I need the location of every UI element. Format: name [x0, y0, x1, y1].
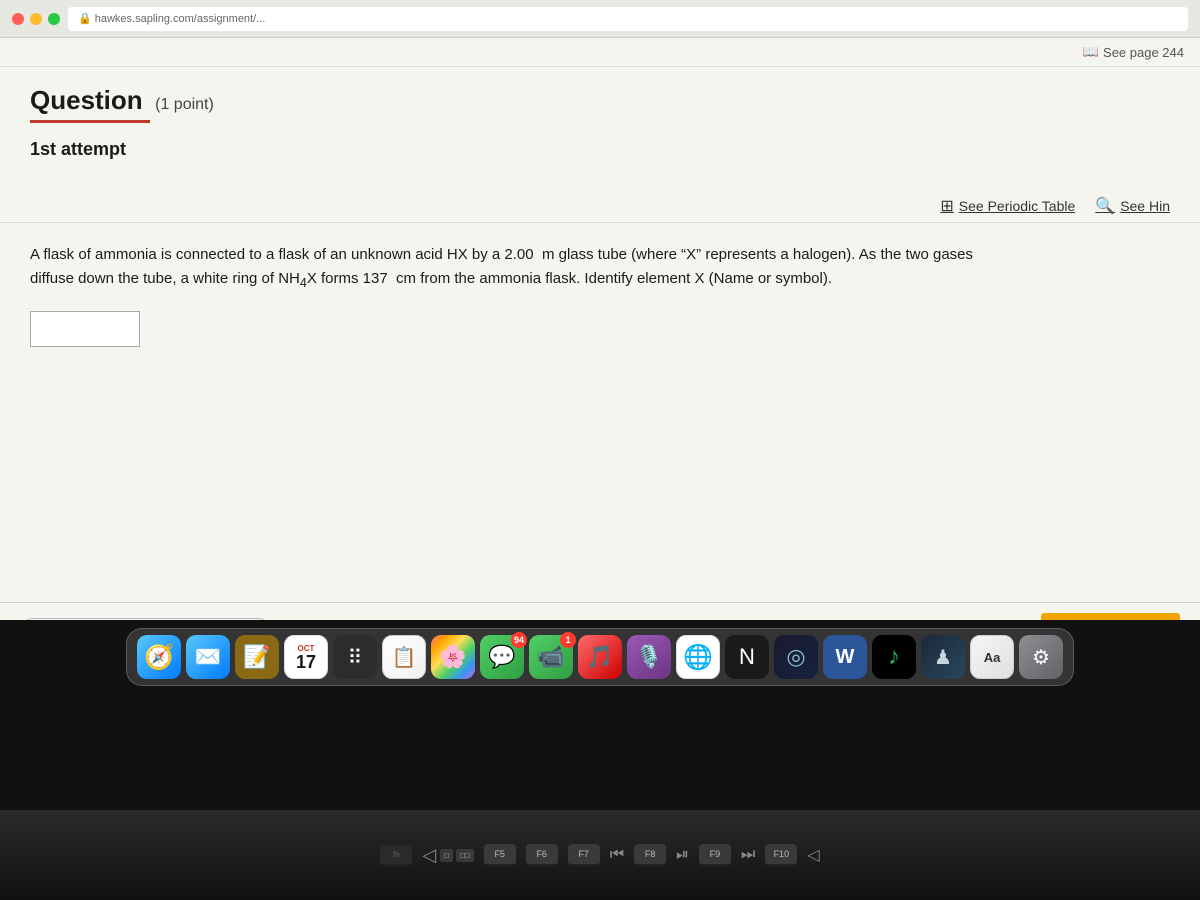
question-header: Question (1 point) 1st attempt [0, 67, 1200, 190]
hint-icon: 🔍 [1095, 196, 1115, 216]
notes-icon: 📝 [243, 644, 270, 670]
attempt-label: 1st attempt [30, 139, 1170, 160]
question-points: (1 point) [155, 96, 214, 113]
reminders-icon: 📋 [392, 645, 417, 670]
nord-icon: N [739, 644, 755, 670]
question-title: Question [30, 85, 143, 115]
prefs-icon: ⚙ [1032, 645, 1050, 670]
spotify-icon: ♪ [888, 643, 900, 671]
podcasts-icon: 🎙️ [635, 644, 662, 670]
dock-prefs[interactable]: ⚙ [1019, 635, 1063, 679]
book-icon: 📖 [1083, 44, 1099, 60]
dock-notes[interactable]: 📝 [235, 635, 279, 679]
url-bar[interactable]: 🔒 hawkes.sapling.com/assignment/... [68, 7, 1188, 31]
media-back-icon: ⏮ [610, 846, 624, 864]
key-f8[interactable]: F8 [634, 844, 666, 866]
see-page-label: See page 244 [1103, 45, 1184, 60]
facetime-badge: 1 [560, 632, 576, 648]
top-bar: 📖 See page 244 [0, 38, 1200, 67]
calendar-day: 17 [296, 653, 316, 671]
key-ctrl-icons: ◁ □□□ [422, 845, 473, 866]
bezel-area: 🧭 ✉️ 📝 OCT 17 ⠿ 📋 🌸 💬 94 📹 1 [0, 620, 1200, 900]
see-page-link[interactable]: 📖 See page 244 [1083, 44, 1184, 60]
dock-dictionary[interactable]: Aa [970, 635, 1014, 679]
question-title-row: Question (1 point) [30, 85, 1170, 116]
window-controls [12, 13, 60, 25]
keyboard-area: fn ◁ □□□ F5 F6 F7 ⏮ F8 ⏯ F9 ⏭ F10 ◁ [0, 810, 1200, 900]
key-f7[interactable]: F7 [568, 844, 600, 866]
dock-word[interactable]: W [823, 635, 867, 679]
dock-safari[interactable]: 🧭 [137, 635, 181, 679]
question-text: A flask of ammonia is connected to a fla… [30, 243, 1010, 293]
messages-badge: 94 [511, 632, 527, 648]
red-underline [30, 120, 150, 123]
dock-facetime[interactable]: 📹 1 [529, 635, 573, 679]
north-icon: ◎ [786, 644, 805, 670]
tools-row: ⊞ See Periodic Table 🔍 See Hin [0, 190, 1200, 222]
dock-launchpad[interactable]: ⠿ [333, 635, 377, 679]
answer-input[interactable] [30, 311, 140, 347]
main-content-area: 📖 See page 244 Question (1 point) 1st at… [0, 38, 1200, 658]
dock-podcasts[interactable]: 🎙️ [627, 635, 671, 679]
periodic-table-icon: ⊞ [940, 196, 953, 216]
key-f6[interactable]: F6 [526, 844, 558, 866]
hint-link[interactable]: 🔍 See Hin [1095, 196, 1170, 216]
messages-icon: 💬 [488, 644, 515, 670]
dock-north[interactable]: ◎ [774, 635, 818, 679]
media-extra-icon: ◁ [807, 845, 819, 865]
key-f10[interactable]: F10 [765, 844, 797, 866]
key-f5[interactable]: F5 [484, 844, 516, 866]
steam-icon: ♟ [934, 645, 952, 670]
dock-chrome[interactable]: 🌐 [676, 635, 720, 679]
dock-music[interactable]: 🎵 [578, 635, 622, 679]
hint-label: See Hin [1120, 198, 1170, 214]
dock-calendar[interactable]: OCT 17 [284, 635, 328, 679]
question-body: A flask of ammonia is connected to a fla… [0, 222, 1200, 367]
key-fn[interactable]: fn [380, 845, 412, 866]
dock-reminders[interactable]: 📋 [382, 635, 426, 679]
dock-photos[interactable]: 🌸 [431, 635, 475, 679]
dict-icon: Aa [984, 650, 1001, 665]
close-button[interactable] [12, 13, 24, 25]
minimize-button[interactable] [30, 13, 42, 25]
key-f9[interactable]: F9 [699, 844, 731, 866]
mail-icon: ✉️ [194, 644, 221, 670]
dock-messages[interactable]: 💬 94 [480, 635, 524, 679]
maximize-button[interactable] [48, 13, 60, 25]
periodic-table-link[interactable]: ⊞ See Periodic Table [940, 196, 1075, 216]
launchpad-icon: ⠿ [348, 645, 363, 670]
safari-icon: 🧭 [144, 643, 174, 672]
music-icon: 🎵 [586, 644, 613, 670]
media-playpause-icon: ⏯ [676, 846, 689, 864]
periodic-table-label: See Periodic Table [959, 198, 1075, 214]
browser-chrome: 🔒 hawkes.sapling.com/assignment/... [0, 0, 1200, 38]
facetime-icon: 📹 [537, 644, 564, 670]
chrome-icon: 🌐 [683, 643, 713, 672]
dock-steam[interactable]: ♟ [921, 635, 965, 679]
word-icon: W [836, 646, 855, 669]
dock-nord[interactable]: N [725, 635, 769, 679]
mac-dock: 🧭 ✉️ 📝 OCT 17 ⠿ 📋 🌸 💬 94 📹 1 [126, 628, 1074, 686]
media-forward-icon: ⏭ [741, 846, 755, 864]
dock-mail[interactable]: ✉️ [186, 635, 230, 679]
dock-spotify[interactable]: ♪ [872, 635, 916, 679]
photos-icon: 🌸 [439, 644, 466, 670]
